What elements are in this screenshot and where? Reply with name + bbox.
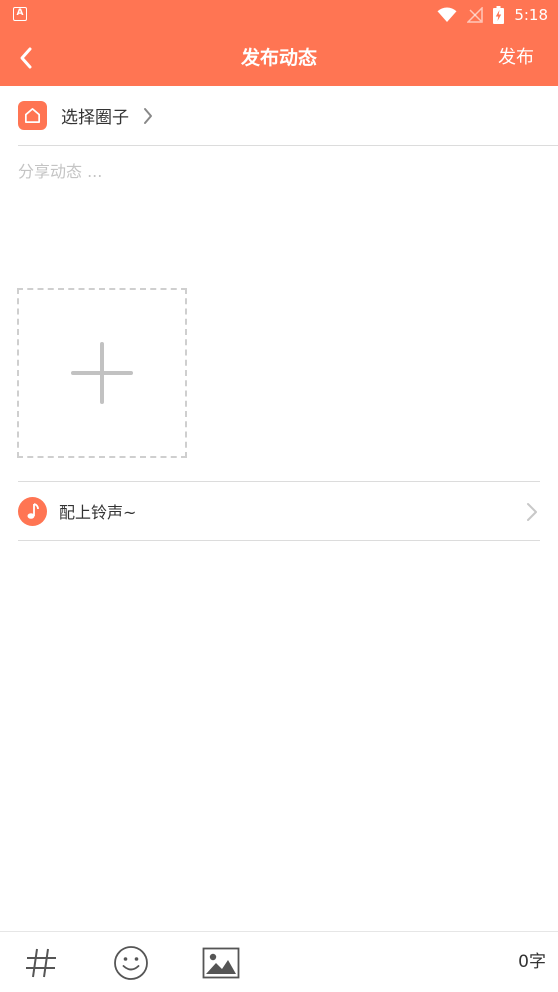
hashtag-button[interactable] <box>22 944 60 982</box>
wifi-icon <box>437 7 457 23</box>
plus-icon <box>71 342 133 404</box>
app-bar: 发布动态 发布 <box>0 30 558 86</box>
page-title: 发布动态 <box>240 47 317 69</box>
emoji-icon <box>114 946 148 980</box>
no-signal-icon <box>467 7 484 23</box>
hashtag-icon <box>26 948 56 978</box>
status-icons: 5:18 <box>437 0 548 30</box>
image-button[interactable] <box>202 944 240 982</box>
publish-button[interactable]: 发布 <box>498 30 534 86</box>
music-note-icon <box>18 496 47 526</box>
emoji-button[interactable] <box>112 944 150 982</box>
status-time: 5:18 <box>514 6 548 24</box>
status-bar: A 5:18 <box>0 0 558 30</box>
add-ringtone-label: 配上铃声~ <box>59 503 137 522</box>
back-button[interactable] <box>10 42 42 74</box>
char-count: 0字 <box>518 952 546 972</box>
select-circle-label: 选择圈子 <box>61 108 129 128</box>
add-image-button[interactable] <box>17 288 187 458</box>
app-notification-icon: A <box>13 7 27 21</box>
add-ringtone-row[interactable]: 配上铃声~ <box>18 481 540 541</box>
image-icon <box>202 947 240 979</box>
chevron-right-icon <box>143 107 153 125</box>
select-circle-row[interactable]: 选择圈子 <box>18 86 558 146</box>
battery-charging-icon <box>493 6 505 24</box>
bottom-toolbar: 0字 <box>0 931 558 992</box>
home-icon <box>18 101 47 130</box>
post-content-input[interactable] <box>18 158 540 268</box>
chevron-right-icon <box>526 502 538 526</box>
chevron-left-icon <box>20 47 32 69</box>
